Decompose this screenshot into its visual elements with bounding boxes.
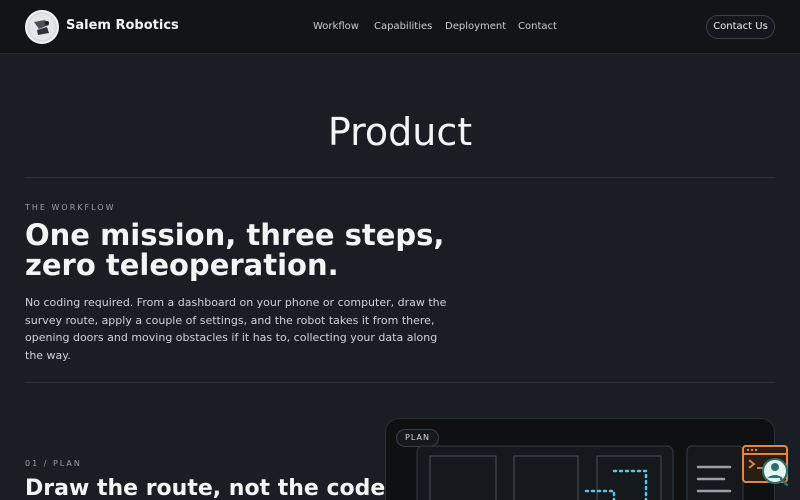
section-divider — [25, 177, 775, 178]
plan-dashboard-mockup: PLAN — [385, 418, 775, 500]
nav-contact[interactable]: Contact — [518, 21, 557, 32]
contact-us-button[interactable]: Contact Us — [706, 15, 775, 39]
workflow-headline: One mission, three steps, zero teleopera… — [25, 218, 445, 282]
step-eyebrow: 01 / PLAN — [25, 459, 82, 468]
workflow-eyebrow: THE WORKFLOW — [25, 203, 116, 212]
nav-deployment[interactable]: Deployment — [445, 21, 506, 32]
brand-name[interactable]: Salem Robotics — [66, 18, 179, 33]
nav-capabilities[interactable]: Capabilities — [374, 21, 432, 32]
page-title: Product — [327, 110, 473, 154]
help-chat-icon[interactable] — [741, 445, 789, 487]
section-divider — [25, 382, 775, 383]
robot-logo-icon[interactable] — [25, 10, 59, 44]
workflow-description: No coding required. From a dashboard on … — [25, 296, 447, 362]
site-header: Salem Robotics Workflow Capabilities Dep… — [0, 0, 800, 54]
nav-workflow[interactable]: Workflow — [313, 21, 359, 32]
menu-lines-icon[interactable] — [694, 461, 734, 500]
step-title: Draw the route, not the code. — [25, 476, 394, 500]
